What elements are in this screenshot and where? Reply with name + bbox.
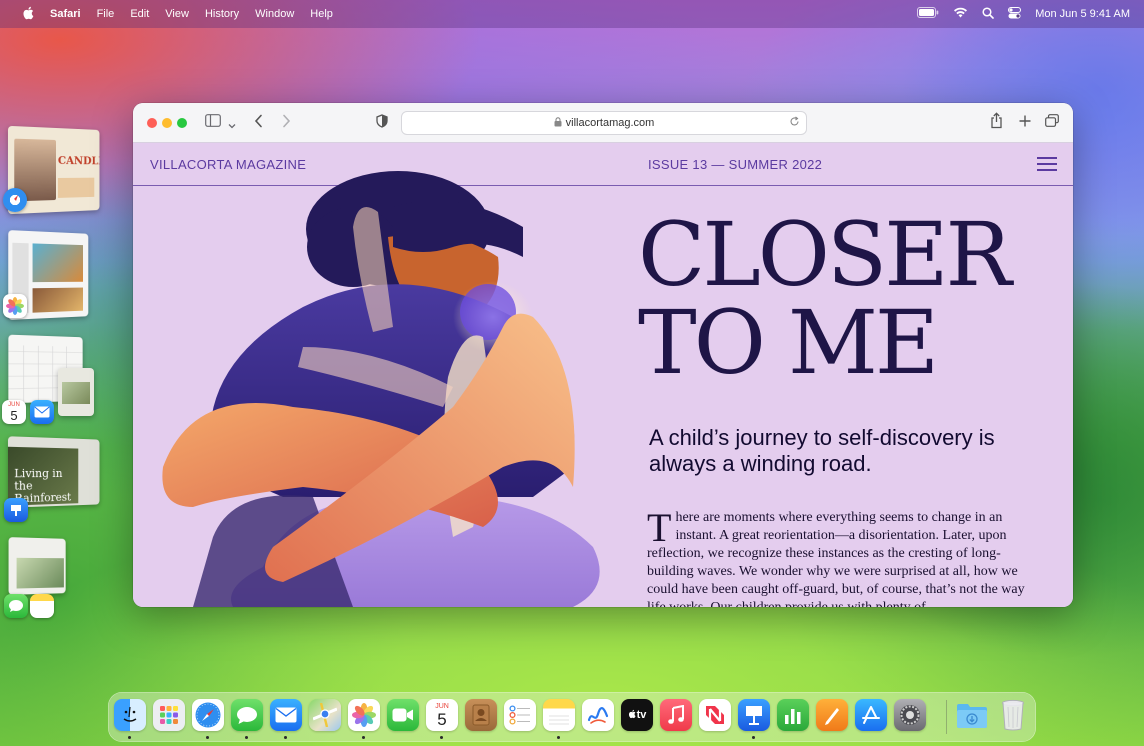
dock-reminders-icon[interactable]: [504, 699, 536, 731]
hamburger-menu-icon[interactable]: [1037, 157, 1057, 171]
back-arrow-icon[interactable]: [254, 114, 263, 131]
running-indicator: [440, 736, 443, 739]
running-indicator: [752, 736, 755, 739]
messages-app-icon: [4, 594, 28, 618]
stage-thumbnail-mail: [58, 368, 94, 416]
dock-tv-icon[interactable]: tv: [621, 699, 653, 731]
dock-contacts-icon[interactable]: [465, 699, 497, 731]
dock-notes-icon[interactable]: [543, 699, 575, 731]
dock-maps-icon[interactable]: [309, 699, 341, 731]
menu-bar: Safari File Edit View History Window Hel…: [0, 0, 1144, 28]
stage-thumbnail-messages: [8, 537, 66, 595]
calendar-day-label: 5: [10, 408, 18, 423]
menu-help[interactable]: Help: [302, 8, 341, 20]
spotlight-icon[interactable]: [982, 6, 995, 22]
lock-icon: [554, 116, 562, 130]
dock-downloads-folder-icon[interactable]: [956, 699, 988, 731]
dock-messages-icon[interactable]: [231, 699, 263, 731]
running-indicator: [128, 736, 131, 739]
menu-clock[interactable]: Mon Jun 5 9:41 AM: [1035, 8, 1130, 20]
wifi-icon[interactable]: [953, 7, 968, 21]
calendar-app-icon: JUN 5: [2, 400, 26, 424]
menu-file[interactable]: File: [89, 8, 123, 20]
stage-group-calendar-mail[interactable]: JUN 5: [2, 334, 106, 426]
dock-music-icon[interactable]: [660, 699, 692, 731]
minimize-window-button[interactable]: [162, 118, 172, 128]
menu-edit[interactable]: Edit: [122, 8, 157, 20]
magazine-page: VILLACORTA MAGAZINE ISSUE 13 — SUMMER 20…: [133, 143, 1073, 607]
control-center-icon[interactable]: [1008, 6, 1022, 22]
article-body: There are moments where everything seems…: [647, 505, 1043, 608]
running-indicator: [245, 736, 248, 739]
dock: JUN 5 tv: [108, 692, 1036, 742]
dock-mail-icon[interactable]: [270, 699, 302, 731]
stage-group-safari[interactable]: CANDLES: [3, 125, 106, 218]
stage-group-keynote[interactable]: Living in the Rainforest: [4, 436, 106, 526]
sidebar-toggle-icon[interactable]: [205, 114, 221, 130]
photos-app-icon: [3, 294, 27, 318]
dock-numbers-icon[interactable]: [777, 699, 809, 731]
dock-freeform-icon[interactable]: [582, 699, 614, 731]
stage-thumbnail-keynote: Living in the Rainforest: [7, 436, 100, 508]
reload-icon[interactable]: [789, 116, 800, 130]
running-indicator: [557, 736, 560, 739]
keynote-app-icon: [4, 498, 28, 522]
headline-line-1: CLOSER: [638, 203, 1012, 306]
tv-apple-icon: [628, 709, 636, 722]
zoom-window-button[interactable]: [177, 118, 187, 128]
apple-menu-icon[interactable]: [14, 6, 42, 23]
privacy-shield-icon[interactable]: [376, 114, 388, 131]
new-tab-plus-icon[interactable]: [1019, 114, 1031, 130]
dock-system-settings-icon[interactable]: [894, 699, 926, 731]
menu-history[interactable]: History: [197, 8, 247, 20]
stage-thumb-text: CANDLES: [57, 154, 100, 168]
dock-trash-icon[interactable]: [997, 699, 1029, 731]
dropcap: T: [647, 505, 672, 550]
share-icon[interactable]: [990, 112, 1003, 132]
url-text: villacortamag.com: [565, 117, 655, 129]
article-headline: CLOSER TO ME: [638, 203, 1012, 394]
dock-pages-icon[interactable]: [816, 699, 848, 731]
tv-label: tv: [636, 709, 647, 721]
dock-news-icon[interactable]: [699, 699, 731, 731]
dock-photos-icon[interactable]: [348, 699, 380, 731]
headline-line-2: TO ME: [638, 291, 939, 394]
app-menu-safari[interactable]: Safari: [42, 8, 89, 20]
running-indicator: [206, 736, 209, 739]
close-window-button[interactable]: [147, 118, 157, 128]
dock-calendar-day: 5: [437, 710, 447, 729]
mail-app-icon: [30, 400, 54, 424]
dock-app-store-icon[interactable]: [855, 699, 887, 731]
forward-arrow-icon[interactable]: [282, 114, 291, 131]
article-body-text: here are moments where everything seems …: [647, 510, 1025, 607]
safari-toolbar: villacortamag.com: [133, 103, 1073, 143]
battery-icon[interactable]: [917, 7, 939, 21]
running-indicator: [284, 736, 287, 739]
hero-illustration: [162, 171, 600, 607]
dock-calendar-icon[interactable]: JUN 5: [426, 699, 458, 731]
menu-window[interactable]: Window: [247, 8, 302, 20]
issue-label: ISSUE 13 — SUMMER 2022: [648, 157, 823, 172]
dock-separator: [946, 700, 947, 734]
chevron-down-icon[interactable]: [228, 116, 236, 132]
dock-launchpad-icon[interactable]: [153, 699, 185, 731]
dock-facetime-icon[interactable]: [387, 699, 419, 731]
notes-app-icon: [30, 594, 54, 618]
running-indicator: [362, 736, 365, 739]
address-bar[interactable]: villacortamag.com: [401, 111, 807, 135]
article-deck: A child’s journey to self-discovery is a…: [649, 425, 995, 476]
dock-keynote-icon[interactable]: [738, 699, 770, 731]
dock-safari-icon[interactable]: [192, 699, 224, 731]
dock-finder-icon[interactable]: [114, 699, 146, 731]
stage-group-messages-notes[interactable]: [4, 536, 106, 622]
tab-overview-icon[interactable]: [1045, 114, 1059, 130]
safari-window[interactable]: villacortamag.com VILLACORTA MAGAZINE IS…: [133, 103, 1073, 607]
stage-group-photos[interactable]: [3, 230, 106, 322]
safari-app-icon: [3, 188, 27, 212]
menu-view[interactable]: View: [157, 8, 197, 20]
